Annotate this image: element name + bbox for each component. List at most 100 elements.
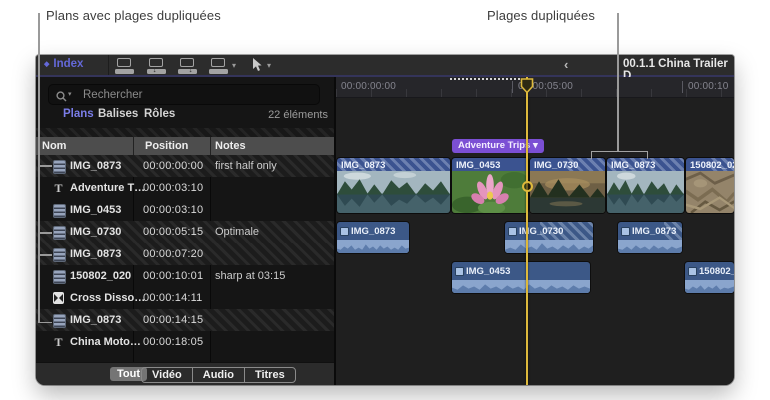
row-position: 00:00:18:05 xyxy=(143,336,203,348)
pointer-tool-icon[interactable] xyxy=(252,58,263,77)
append-clip-icon[interactable]: ↓ xyxy=(177,58,197,73)
row-name: Adventure T… xyxy=(70,182,145,194)
table-row[interactable]: Cross Disso… 00:00:14:11 xyxy=(36,287,334,309)
row-position: 00:00:00:00 xyxy=(143,160,203,172)
audio-waveform xyxy=(505,240,593,253)
fcp-window: ◆Index ↓ ↓ ▾ ▾ ‹ 00.1.1 China Trailer D … xyxy=(36,55,734,385)
ruler-major-tick xyxy=(682,81,683,93)
clip-film-icon xyxy=(53,226,66,240)
connect-clip-icon[interactable] xyxy=(114,58,134,73)
chevron-down-icon[interactable]: ▾ xyxy=(68,90,72,98)
clip-title-bar: IMG_0873 xyxy=(337,158,450,171)
timeline-clip[interactable]: IMG_0730 xyxy=(530,158,605,213)
audio-clip[interactable]: IMG_0873 xyxy=(618,222,682,253)
index-button[interactable]: ◆Index xyxy=(44,58,83,70)
row-position: 00:00:03:10 xyxy=(143,204,203,216)
table-row[interactable]: T Adventure T… 00:00:03:10 xyxy=(36,177,334,199)
ruler-timecode: 00:00:00:00 xyxy=(341,81,396,92)
row-notes[interactable]: first half only xyxy=(215,160,277,172)
title-text-icon: T xyxy=(53,336,64,348)
clip-thumbnail xyxy=(686,171,734,213)
clip-film-icon xyxy=(53,248,66,262)
ruler-major-tick xyxy=(512,81,513,93)
row-name: IMG_0873 xyxy=(70,248,121,260)
overwrite-clip-icon[interactable] xyxy=(208,58,228,73)
callout-connector xyxy=(38,322,52,324)
audio-clip-bar: IMG_0453 xyxy=(452,262,590,280)
callout-right-line xyxy=(617,13,619,152)
row-position: 00:00:14:11 xyxy=(143,292,203,304)
audio-clip-icon xyxy=(340,227,349,236)
screenshot-stage: Plans avec plages dupliquées Plages dupl… xyxy=(0,0,770,400)
clip-thumbnail xyxy=(452,171,528,213)
audio-clip-bar: IMG_0730 xyxy=(505,222,593,240)
clip-title-bar: IMG_0873 xyxy=(607,158,684,171)
playhead-dot xyxy=(522,181,533,192)
clip-label: IMG_0873 xyxy=(351,226,395,237)
table-row[interactable]: IMG_0873 00:00:00:00 first half only xyxy=(36,155,334,177)
audio-clip-bar: IMG_0873 xyxy=(618,222,682,240)
table-row[interactable]: 150802_020 00:00:10:01 sharp at 03:15 xyxy=(36,265,334,287)
timeline-clip[interactable]: IMG_0453 xyxy=(452,158,528,213)
audio-waveform xyxy=(337,240,409,253)
duplicate-hatch xyxy=(708,158,734,171)
audio-waveform xyxy=(685,280,734,293)
tab-roles[interactable]: Rôles xyxy=(144,108,175,120)
row-name: Cross Disso… xyxy=(70,292,145,304)
tab-balises[interactable]: Balises xyxy=(98,108,138,120)
audio-clip-bar: IMG_0873 xyxy=(337,222,409,240)
timeline-clip[interactable]: IMG_0873 xyxy=(337,158,450,213)
row-position: 00:00:10:01 xyxy=(143,270,203,282)
column-header-position[interactable]: Position xyxy=(145,140,188,152)
toolbar: ◆Index ↓ ↓ ▾ ▾ ‹ 00.1.1 China Trailer D xyxy=(36,55,734,77)
callout-connector xyxy=(38,232,52,234)
timeline-clip[interactable]: 150802_02 xyxy=(686,158,734,213)
chevron-down-icon[interactable]: ▾ xyxy=(267,61,271,70)
audio-clip-bar: 150802_ xyxy=(685,262,734,280)
audio-clip[interactable]: 150802_ xyxy=(685,262,734,293)
row-name: IMG_0873 xyxy=(70,314,121,326)
column-header-notes[interactable]: Notes xyxy=(215,140,246,152)
row-position: 00:00:05:15 xyxy=(143,226,203,238)
search-field[interactable]: ▾ xyxy=(48,84,320,105)
search-input[interactable] xyxy=(81,86,315,103)
playhead[interactable] xyxy=(526,77,528,385)
index-panel: ▾ Plans Balises Rôles 22 éléments Nom Po… xyxy=(36,77,334,385)
keyword-badge[interactable]: Adventure Trips ▾ xyxy=(452,139,544,153)
row-name: China Moto… xyxy=(70,336,141,348)
audio-clip[interactable]: IMG_0453 xyxy=(452,262,590,293)
timeline-clip[interactable]: IMG_0873 xyxy=(607,158,684,213)
timeline-ruler[interactable]: 00:00:00:00 00:00:05:00 00:00:10 xyxy=(336,77,734,98)
filter-button-audio[interactable]: Audio xyxy=(192,368,244,382)
row-name: IMG_0873 xyxy=(70,160,121,172)
playhead-marker-icon[interactable] xyxy=(520,78,534,99)
duplicate-hatch xyxy=(664,222,682,240)
chevron-down-icon[interactable]: ▾ xyxy=(232,61,236,70)
row-notes[interactable]: Optimale xyxy=(215,226,259,238)
row-name: 150802_020 xyxy=(70,270,131,282)
index-label: Index xyxy=(53,58,83,70)
dotted-range-indicator xyxy=(450,78,520,80)
table-row[interactable]: IMG_0873 00:00:14:15 xyxy=(36,309,334,331)
audio-clip-icon xyxy=(455,267,464,276)
filter-button-titres[interactable]: Titres xyxy=(244,368,295,382)
table-row[interactable]: IMG_0873 00:00:07:20 xyxy=(36,243,334,265)
insert-clip-icon[interactable]: ↓ xyxy=(146,58,166,73)
table-row[interactable]: T China Moto… 00:00:18:05 xyxy=(36,331,334,353)
audio-clip[interactable]: IMG_0873 xyxy=(337,222,409,253)
column-header-name[interactable]: Nom xyxy=(42,140,66,152)
ruler-timecode: 00:00:10 xyxy=(688,81,729,92)
row-position: 00:00:14:15 xyxy=(143,314,203,326)
row-notes[interactable]: sharp at 03:15 xyxy=(215,270,285,282)
filter-button-video[interactable]: Vidéo xyxy=(142,368,192,382)
callout-connector xyxy=(38,254,52,256)
clip-list: IMG_0873 00:00:00:00 first half only T A… xyxy=(36,155,334,353)
duplicate-hatch xyxy=(564,158,605,171)
table-row[interactable]: IMG_0730 00:00:05:15 Optimale xyxy=(36,221,334,243)
callout-right-label: Plages dupliquées xyxy=(487,8,595,23)
clip-film-icon xyxy=(53,270,66,284)
audio-clip[interactable]: IMG_0730 xyxy=(505,222,593,253)
tab-plans[interactable]: Plans xyxy=(63,108,94,120)
back-chevron-icon[interactable]: ‹ xyxy=(564,57,568,72)
table-row[interactable]: IMG_0453 00:00:03:10 xyxy=(36,199,334,221)
